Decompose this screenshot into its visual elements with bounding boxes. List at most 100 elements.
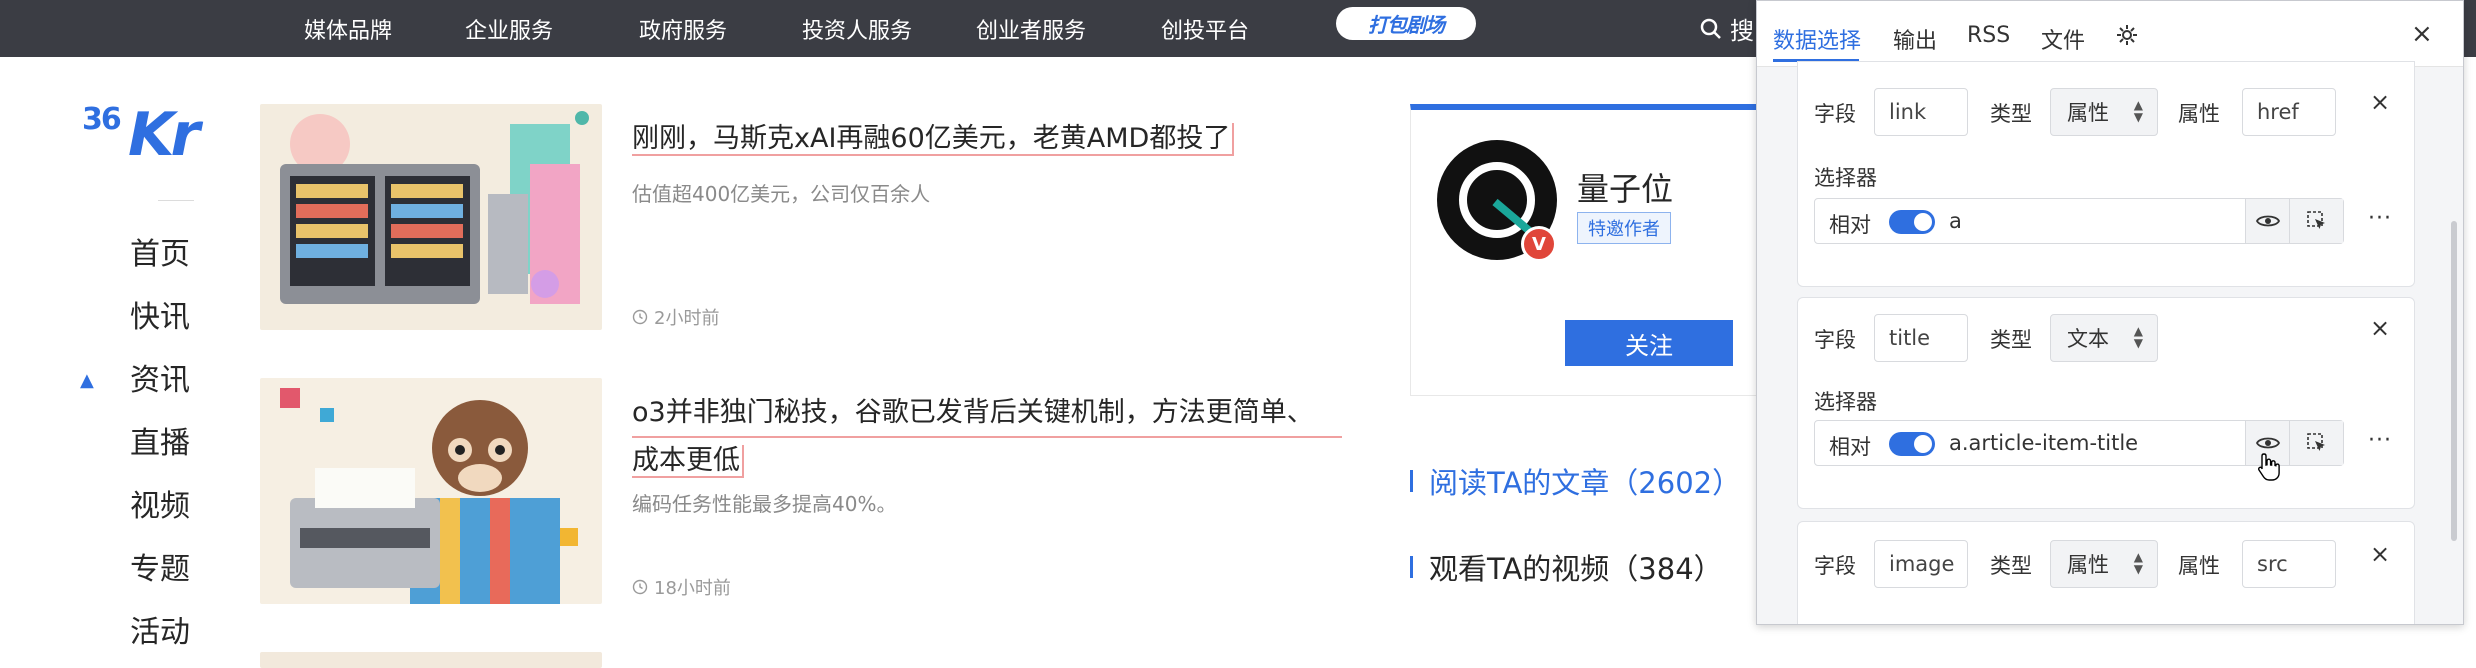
type-select-value: 属性: [2067, 101, 2109, 125]
element-picker-icon[interactable]: [2289, 199, 2343, 243]
rule-card-link: 字段 link 类型 属性 ▲ ▼ 属性 href × 选择器 相对 a ···: [1797, 61, 2415, 287]
panel-scrollbar[interactable]: [2451, 221, 2457, 541]
top-nav-founder-services[interactable]: 创业者服务: [944, 13, 1118, 45]
left-nav-events[interactable]: 活动: [130, 608, 190, 668]
relative-toggle[interactable]: [1889, 210, 1935, 234]
tab-rss[interactable]: RSS: [1967, 23, 2010, 48]
relative-label: 相对: [1829, 213, 1871, 237]
element-picker-icon[interactable]: [2289, 421, 2343, 465]
top-nav-government-services[interactable]: 政府服务: [596, 13, 770, 45]
watch-videos-link[interactable]: 观看TA的视频（384）: [1410, 546, 1723, 588]
type-select[interactable]: 属性 ▲ ▼: [2050, 540, 2158, 588]
field-name-input[interactable]: link: [1874, 88, 1968, 136]
read-articles-text: 阅读TA的文章（2602）: [1429, 466, 1742, 500]
type-select-value: 文本: [2067, 327, 2109, 351]
eye-icon[interactable]: [2245, 199, 2289, 243]
remove-rule-icon[interactable]: ×: [2370, 540, 2390, 568]
server-illustration-image: [260, 104, 602, 330]
article-title-link[interactable]: o3并非独门秘技，谷歌已发背后关键机制，方法更简单、 成本更低: [632, 390, 1352, 484]
logo-number: 36: [82, 102, 122, 137]
author-name[interactable]: 量子位: [1577, 164, 1673, 210]
verified-icon: V: [1521, 226, 1557, 262]
article-time-text: 2小时前: [654, 308, 720, 329]
logo-letters: Kr: [128, 100, 200, 170]
monkey-typewriter-image: [260, 378, 602, 604]
field-name-value: link: [1889, 100, 1927, 124]
hand-cursor-icon: [2257, 453, 2280, 481]
left-nav-video[interactable]: 视频: [130, 482, 190, 545]
article-thumbnail[interactable]: [260, 652, 602, 668]
top-nav-media-brand[interactable]: 媒体品牌: [270, 13, 422, 45]
more-options-icon[interactable]: ···: [2368, 428, 2392, 453]
article-time: 18小时前: [632, 574, 731, 600]
search-button[interactable]: 搜: [1700, 0, 1754, 57]
left-nav-label: 专题: [130, 552, 190, 587]
article-title-text: 刚刚，马斯克xAI再融60亿美元，老黄AMD都投了: [632, 123, 1235, 156]
search-label: 搜: [1730, 17, 1754, 45]
rule-card-title: 字段 title 类型 文本 ▲ ▼ × 选择器 相对 a.article-item…: [1797, 297, 2415, 509]
type-select[interactable]: 文本 ▲ ▼: [2050, 314, 2158, 362]
left-nav-live[interactable]: 直播: [130, 419, 190, 482]
type-select[interactable]: 属性 ▲ ▼: [2050, 88, 2158, 136]
more-options-icon[interactable]: ···: [2368, 206, 2392, 231]
scraper-panel: 数据选择 输出 RSS 文件 × 字段 link 类型 属性 ▲ ▼ 属性 href…: [1756, 0, 2464, 625]
relative-toggle[interactable]: [1889, 432, 1935, 456]
search-icon: [1700, 18, 1721, 39]
updown-icon: ▲ ▼: [2133, 98, 2143, 124]
attr-input[interactable]: src: [2242, 540, 2336, 588]
left-nav-news[interactable]: ▲ 资讯: [80, 356, 190, 419]
author-avatar[interactable]: V: [1437, 140, 1557, 262]
gear-icon[interactable]: [2115, 23, 2139, 51]
selector-input[interactable]: a.article-item-title: [1949, 431, 2138, 455]
tab-data-select[interactable]: 数据选择: [1773, 23, 1861, 55]
article-thumbnail[interactable]: [260, 104, 602, 330]
top-nav-enterprise-services[interactable]: 企业服务: [422, 13, 596, 45]
article-title-line2: 成本更低: [632, 445, 744, 478]
clock-icon: [632, 579, 648, 595]
promo-brand-text: 打包剧场: [1368, 13, 1445, 37]
tab-output[interactable]: 输出: [1893, 23, 1937, 55]
rule-card-image: 字段 image 类型 属性 ▲ ▼ 属性 src ×: [1797, 521, 2415, 624]
read-articles-link[interactable]: 阅读TA的文章（2602）: [1410, 460, 1741, 502]
remove-rule-icon[interactable]: ×: [2370, 88, 2390, 116]
selector-label: 选择器: [1814, 166, 1877, 190]
updown-icon: ▲ ▼: [2133, 550, 2143, 576]
attr-label: 属性: [2178, 554, 2220, 578]
site-logo[interactable]: 36 Kr: [82, 96, 202, 176]
field-name-value: title: [1889, 326, 1931, 350]
left-nav-label: 活动: [130, 615, 190, 650]
left-nav-label: 直播: [130, 426, 190, 461]
type-label: 类型: [1990, 328, 2032, 352]
follow-button[interactable]: 关注: [1565, 320, 1733, 366]
left-nav-flash[interactable]: 快讯: [130, 293, 190, 356]
watch-videos-text: 观看TA的视频（384）: [1429, 552, 1723, 586]
close-icon[interactable]: ×: [2411, 19, 2433, 49]
article-summary: 编码任务性能最多提高40%。: [632, 492, 897, 516]
type-label: 类型: [1990, 102, 2032, 126]
article-title-link[interactable]: 刚刚，马斯克xAI再融60亿美元，老黄AMD都投了: [632, 116, 1352, 162]
active-arrow-icon: ▲: [80, 370, 94, 391]
left-nav-topics[interactable]: 专题: [130, 545, 190, 608]
left-nav-home[interactable]: 首页: [130, 230, 190, 293]
top-nav-investor-services[interactable]: 投资人服务: [770, 13, 944, 45]
promo-brand-pill[interactable]: 打包剧场: [1336, 7, 1476, 40]
author-badge: 特邀作者: [1577, 212, 1671, 244]
article-thumbnail[interactable]: [260, 378, 602, 604]
tab-file[interactable]: 文件: [2041, 23, 2085, 55]
selector-input[interactable]: a: [1949, 209, 1962, 233]
field-name-input[interactable]: title: [1874, 314, 1968, 362]
left-nav: 首页 快讯 ▲ 资讯 直播 视频 专题 活动: [80, 230, 190, 668]
logo-divider: [158, 200, 194, 201]
attr-input[interactable]: href: [2242, 88, 2336, 136]
top-nav-vc-platform[interactable]: 创投平台: [1118, 13, 1292, 45]
selector-label: 选择器: [1814, 390, 1877, 414]
type-select-value: 属性: [2067, 553, 2109, 577]
selector-row: 相对 a: [1814, 198, 2344, 244]
field-label: 字段: [1814, 554, 1856, 578]
clock-icon: [632, 309, 648, 325]
article-time-text: 18小时前: [654, 578, 731, 599]
field-name-value: image: [1889, 552, 1955, 576]
verified-badge-text: V: [1532, 233, 1546, 255]
remove-rule-icon[interactable]: ×: [2370, 314, 2390, 342]
field-name-input[interactable]: image: [1874, 540, 1968, 588]
